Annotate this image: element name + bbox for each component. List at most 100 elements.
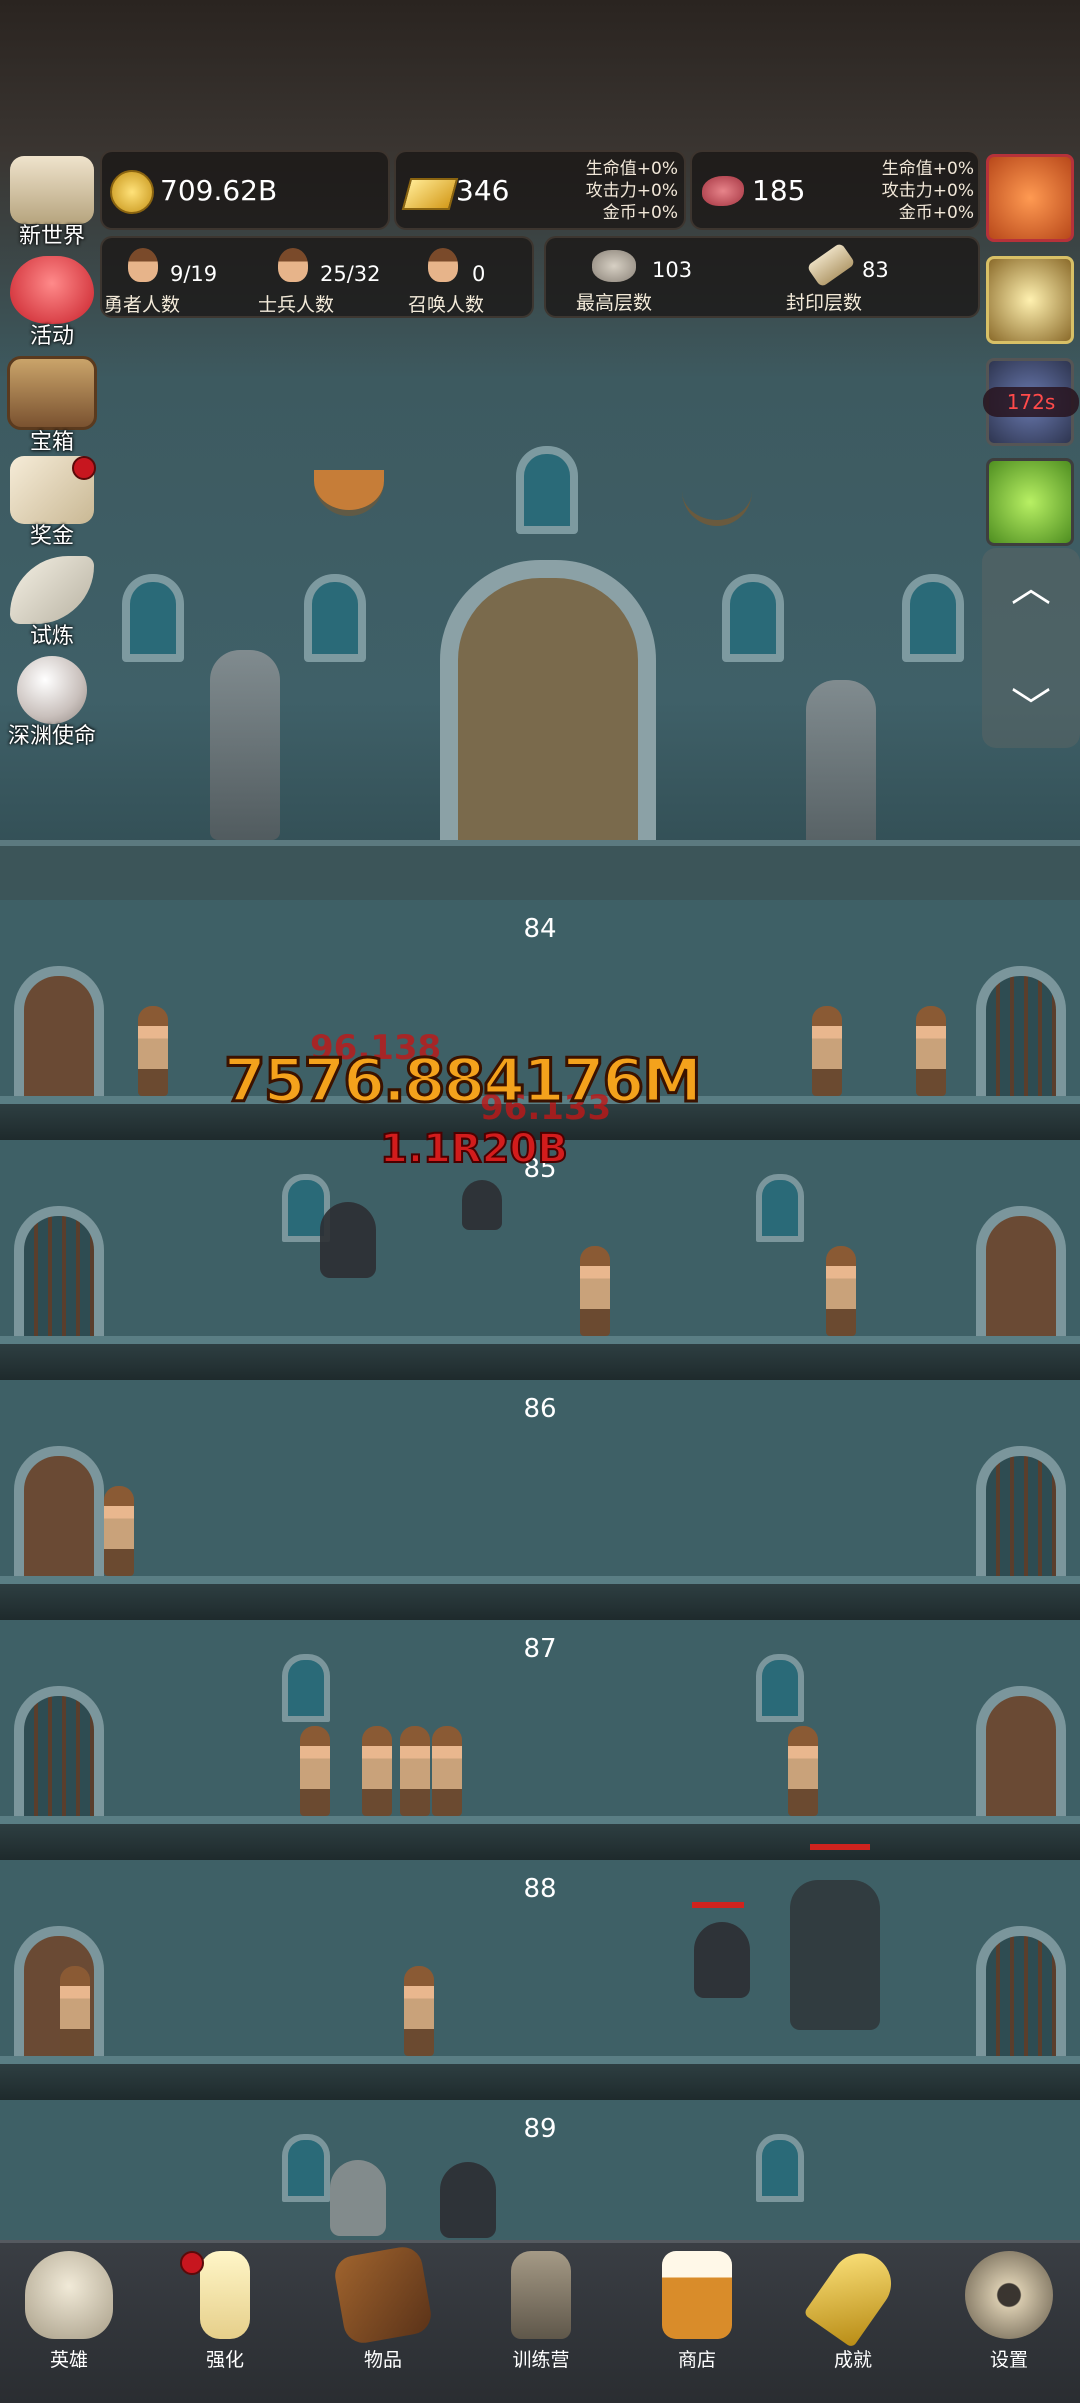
floor-88[interactable]: 88 bbox=[0, 1844, 1080, 2100]
damage-number-secondary: 1.1R20B bbox=[379, 1125, 569, 1173]
hall-floor bbox=[0, 840, 1080, 906]
hp-bonus: 生命值+0% bbox=[881, 159, 974, 179]
menu-abyss-mission[interactable]: 深渊使命 bbox=[4, 656, 100, 752]
nav-items[interactable]: 物品 bbox=[318, 2244, 448, 2372]
hero-unit bbox=[788, 1726, 818, 1816]
gear-icon bbox=[965, 2251, 1053, 2339]
nav-achievements[interactable]: 成就 bbox=[788, 2241, 918, 2372]
hero-unit bbox=[826, 1246, 856, 1336]
coin-panel[interactable]: 709.62B bbox=[100, 150, 390, 230]
floor-89[interactable]: 89 bbox=[0, 2100, 1080, 2240]
nav-shop[interactable]: 商店 bbox=[632, 2251, 762, 2372]
bonus-notification-dot bbox=[72, 456, 96, 480]
floor-door bbox=[976, 1686, 1066, 1816]
floor-number: 88 bbox=[523, 1874, 557, 1904]
menu-label: 试炼 bbox=[29, 624, 74, 649]
hero-unit bbox=[60, 1966, 90, 2056]
meat-count: 185 bbox=[752, 174, 806, 207]
scroll-icon bbox=[806, 242, 856, 288]
meat-bonus: 生命值+0% 攻击力+0% 金币+0% bbox=[862, 158, 974, 224]
nav-label: 英雄 bbox=[49, 2349, 88, 2371]
slime-event-button[interactable] bbox=[986, 458, 1074, 546]
hero-unit bbox=[138, 1006, 168, 1096]
floor-door bbox=[14, 1446, 104, 1576]
hero-unit bbox=[400, 1726, 430, 1816]
hero-unit bbox=[362, 1726, 392, 1816]
castle-hall-background bbox=[0, 0, 1080, 906]
soldier-count-label: 士兵人数 bbox=[258, 294, 335, 316]
menu-new-world[interactable]: 新世界 bbox=[4, 156, 100, 252]
hero-unit bbox=[404, 1966, 434, 2056]
floor-number: 86 bbox=[523, 1394, 557, 1424]
menu-trial[interactable]: 试炼 bbox=[4, 556, 100, 652]
floor-87[interactable]: 87 bbox=[0, 1620, 1080, 1860]
floor-window bbox=[756, 1174, 804, 1242]
slime-icon bbox=[989, 461, 1071, 543]
gold-bar-icon bbox=[401, 178, 459, 210]
floor-scroll-controls: ︿ ﹀ bbox=[982, 548, 1080, 748]
floor-number: 84 bbox=[523, 914, 557, 944]
floor-85[interactable]: 85 bbox=[0, 1140, 1080, 1380]
soldier-head-icon bbox=[278, 248, 308, 282]
damage-main-value: 7576.884 bbox=[222, 1045, 526, 1118]
nav-label: 成就 bbox=[833, 2349, 872, 2371]
knight-statue-left bbox=[210, 650, 280, 840]
nav-label: 强化 bbox=[205, 2349, 244, 2371]
hero-unit bbox=[104, 1486, 134, 1576]
menu-chest[interactable]: 宝箱 bbox=[4, 356, 100, 455]
floor-window bbox=[756, 1654, 804, 1722]
hall-window bbox=[902, 574, 964, 662]
enemy-hp-bar bbox=[810, 1844, 870, 1850]
candle-icon bbox=[989, 259, 1071, 341]
nav-label: 商店 bbox=[677, 2349, 716, 2371]
population-panel: 9/19 勇者人数 25/32 士兵人数 0 召唤人数 bbox=[100, 236, 534, 318]
meat-icon bbox=[702, 176, 744, 206]
heart-icon bbox=[10, 256, 94, 324]
timer-text: 172s bbox=[983, 387, 1079, 417]
sealed-floor-label: 封印层数 bbox=[786, 292, 863, 314]
chandelier-left bbox=[314, 470, 384, 516]
floor-86[interactable]: 86 bbox=[0, 1380, 1080, 1620]
pumpkin-event-button[interactable] bbox=[986, 154, 1074, 242]
coin-bonus: 金币+0% bbox=[898, 203, 974, 223]
meat-panel[interactable]: 185 生命值+0% 攻击力+0% 金币+0% bbox=[690, 150, 980, 230]
floor-door bbox=[14, 966, 104, 1096]
chest-icon bbox=[7, 356, 97, 430]
scroll-up-button[interactable]: ︿ bbox=[982, 558, 1080, 618]
nav-heroes[interactable]: 英雄 bbox=[4, 2251, 134, 2372]
hero-unit bbox=[916, 1006, 946, 1096]
floor-door bbox=[976, 1446, 1066, 1576]
nav-settings[interactable]: 设置 bbox=[944, 2251, 1074, 2372]
floor-ground bbox=[0, 2056, 1080, 2100]
floor-number: 87 bbox=[523, 1634, 557, 1664]
book-icon bbox=[332, 2244, 434, 2346]
summon-head-icon bbox=[428, 248, 458, 282]
hero-unit bbox=[300, 1726, 330, 1816]
ghost-enemy bbox=[694, 1922, 750, 1998]
gold-bonus: 生命值+0% 攻击力+0% 金币+0% bbox=[568, 158, 678, 224]
hero-count-label: 勇者人数 bbox=[104, 294, 181, 316]
nav-upgrade[interactable]: 强化 bbox=[160, 2251, 290, 2372]
pumpkin-icon bbox=[989, 157, 1071, 239]
key-icon bbox=[803, 2241, 903, 2349]
soldier-count: 25/32 bbox=[320, 262, 381, 286]
floor-door bbox=[976, 1206, 1066, 1336]
damage-main-suffix: 176M bbox=[522, 1045, 704, 1118]
gold-bar-panel[interactable]: 346 生命值+0% 攻击力+0% 金币+0% bbox=[394, 150, 686, 230]
chandelier-right bbox=[682, 480, 752, 526]
floor-ground bbox=[0, 1576, 1080, 1620]
gold-bar-count: 346 bbox=[456, 174, 510, 207]
scroll-down-button[interactable]: ﹀ bbox=[982, 678, 1080, 738]
nav-training-camp[interactable]: 训练营 bbox=[476, 2251, 606, 2372]
skull-icon bbox=[25, 2251, 113, 2339]
highest-floor-label: 最高层数 bbox=[576, 292, 653, 314]
coin-icon bbox=[110, 170, 154, 214]
candle-event-button[interactable] bbox=[986, 256, 1074, 344]
bottom-navigation: 英雄 强化 物品 训练营 商店 成就 设置 bbox=[0, 2240, 1080, 2403]
mushroom-timer-button[interactable]: 172s bbox=[983, 358, 1079, 446]
floor-ground bbox=[0, 1816, 1080, 1860]
nav-label: 设置 bbox=[989, 2349, 1028, 2371]
menu-activity[interactable]: 活动 bbox=[4, 256, 100, 352]
map-icon bbox=[10, 156, 94, 224]
nav-label: 训练营 bbox=[512, 2349, 570, 2371]
